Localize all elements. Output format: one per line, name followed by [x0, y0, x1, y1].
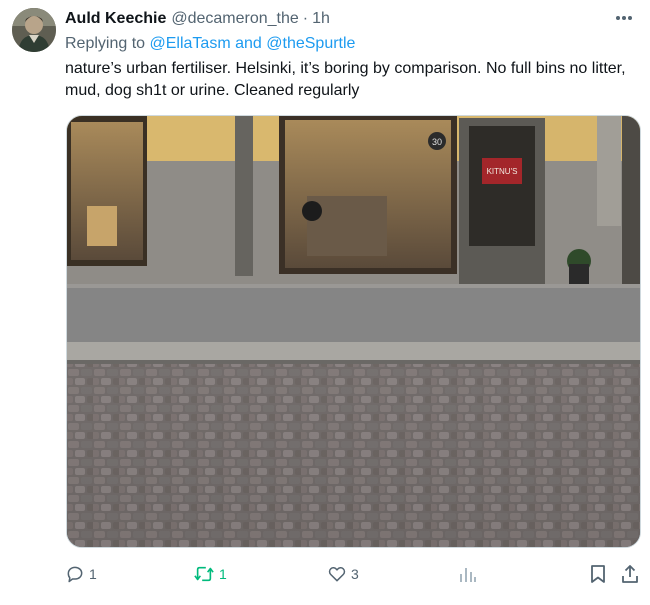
timestamp[interactable]: 1h: [312, 9, 330, 29]
mention-link-ellatasm[interactable]: @EllaTasm and @theSpurtle: [150, 35, 356, 52]
tweet-header: Auld Keechie @decameron_the · 1h: [65, 9, 330, 29]
bookmark-button[interactable]: [589, 563, 607, 585]
like-button[interactable]: 3: [327, 563, 359, 585]
more-dots-icon: [616, 16, 632, 20]
reply-button[interactable]: 1: [65, 563, 97, 585]
replying-to-line: Replying to @EllaTasm and @theSpurtle: [65, 34, 355, 54]
share-button[interactable]: [621, 563, 639, 585]
heart-icon: [328, 567, 346, 582]
tweet-text: nature’s urban fertiliser. Helsinki, it’…: [65, 60, 626, 99]
user-handle[interactable]: @decameron_the: [171, 9, 298, 29]
reply-bubble-icon: [67, 566, 83, 583]
views-bars-icon: [460, 568, 476, 582]
window-badge-text: 30: [432, 137, 442, 147]
retweet-arrows-icon: [194, 566, 214, 582]
replying-to-label: Replying to: [65, 35, 146, 52]
retweet-count: 1: [219, 566, 227, 582]
bookmark-icon: [591, 565, 605, 583]
retweet-button[interactable]: 1: [193, 563, 227, 585]
views-button[interactable]: [459, 563, 477, 585]
tweet-actions-bar: 1 1 3: [65, 563, 643, 585]
share-upload-icon: [622, 565, 638, 583]
separator-dot: ·: [302, 10, 309, 27]
more-options-button[interactable]: [612, 8, 636, 28]
display-name[interactable]: Auld Keechie: [65, 9, 166, 29]
avatar[interactable]: [12, 8, 56, 52]
tweet-photo[interactable]: 30 KITNU'S: [66, 115, 641, 548]
reply-count: 1: [89, 566, 97, 582]
shop-sign-text: KITNU'S: [487, 167, 518, 176]
like-count: 3: [351, 566, 359, 582]
tweet[interactable]: Auld Keechie @decameron_the · 1h Replyin…: [0, 0, 650, 605]
